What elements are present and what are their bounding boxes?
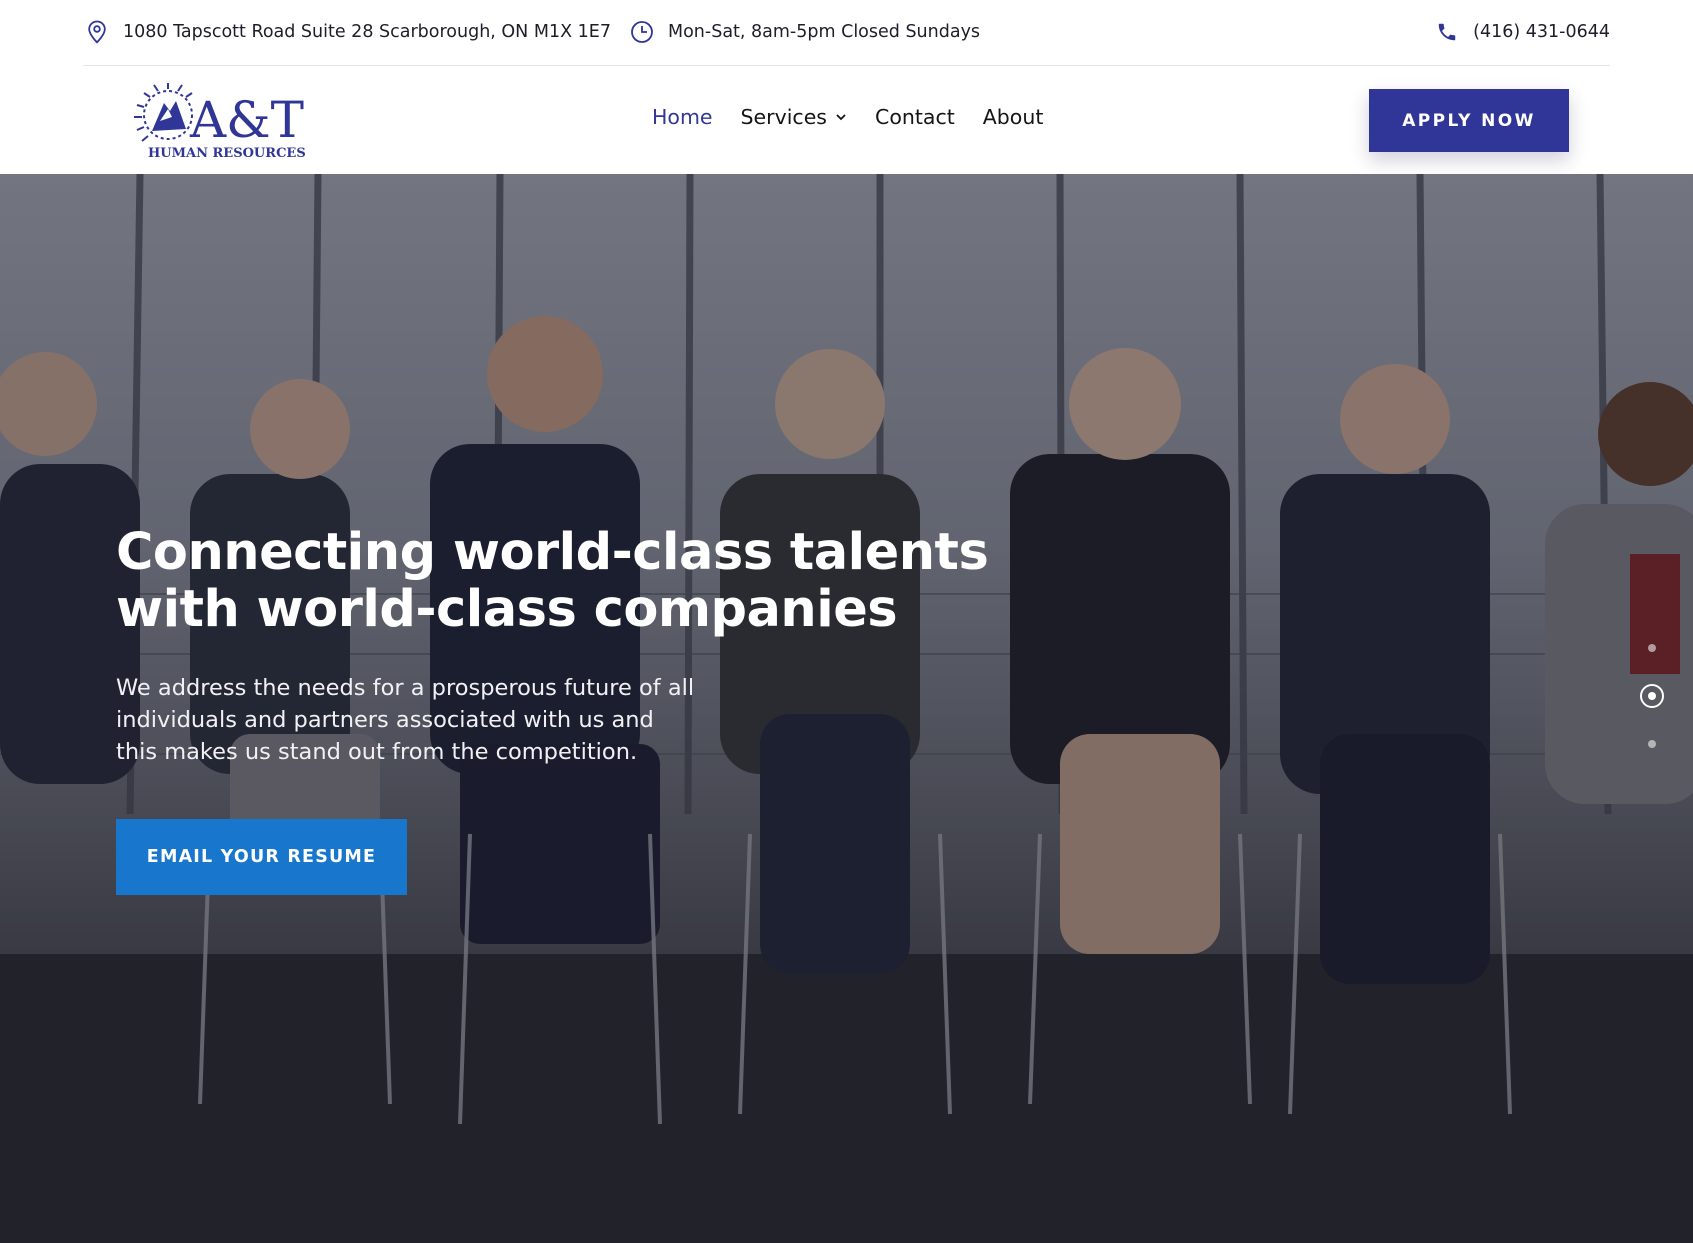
svg-text:A&T: A&T	[189, 91, 304, 149]
hero-description: We address the needs for a prosperous fu…	[116, 675, 695, 765]
hero-heading-line1: Connecting world-class talents	[116, 523, 989, 582]
svg-text:HUMAN RESOURCES: HUMAN RESOURCES	[148, 146, 306, 161]
nav-contact[interactable]: Contact	[875, 105, 955, 129]
address-text: 1080 Tapscott Road Suite 28 Scarborough,…	[123, 22, 611, 42]
hours-info: Mon-Sat, 8am-5pm Closed Sundays	[628, 18, 980, 46]
site-logo[interactable]: A&T HUMAN RESOURCES	[130, 81, 325, 161]
clock-icon	[628, 18, 656, 46]
primary-nav: Home Services Contact About	[652, 105, 1071, 129]
email-resume-button[interactable]: EMAIL YOUR RESUME	[116, 819, 407, 895]
phone-info[interactable]: (416) 431-0644	[1433, 18, 1610, 46]
top-info-bar-inner: 1080 Tapscott Road Suite 28 Scarborough,…	[83, 0, 1610, 66]
nav-services-label: Services	[740, 105, 827, 129]
nav-about[interactable]: About	[983, 105, 1044, 129]
main-header: A&T HUMAN RESOURCES Home Services Contac…	[0, 67, 1693, 174]
map-pin-icon	[83, 18, 111, 46]
slider-dot-3[interactable]	[1648, 740, 1656, 748]
slider-dot-2[interactable]	[1640, 684, 1664, 708]
phone-icon	[1433, 18, 1461, 46]
hero-heading: Connecting world-class talents with worl…	[116, 524, 1016, 638]
chevron-down-icon	[836, 114, 846, 121]
slider-dot-1[interactable]	[1648, 644, 1656, 652]
slider-pagination	[1640, 644, 1664, 754]
hero-heading-line2: with world-class companies	[116, 580, 898, 639]
nav-services[interactable]: Services	[741, 105, 847, 129]
phone-text[interactable]: (416) 431-0644	[1473, 22, 1610, 42]
nav-home[interactable]: Home	[652, 105, 713, 129]
top-info-bar: 1080 Tapscott Road Suite 28 Scarborough,…	[0, 0, 1693, 66]
hero-slider: Connecting world-class talents with worl…	[0, 174, 1693, 1243]
apply-now-button[interactable]: APPLY NOW	[1369, 89, 1569, 152]
address-info: 1080 Tapscott Road Suite 28 Scarborough,…	[83, 18, 611, 46]
hours-text: Mon-Sat, 8am-5pm Closed Sundays	[668, 22, 981, 42]
